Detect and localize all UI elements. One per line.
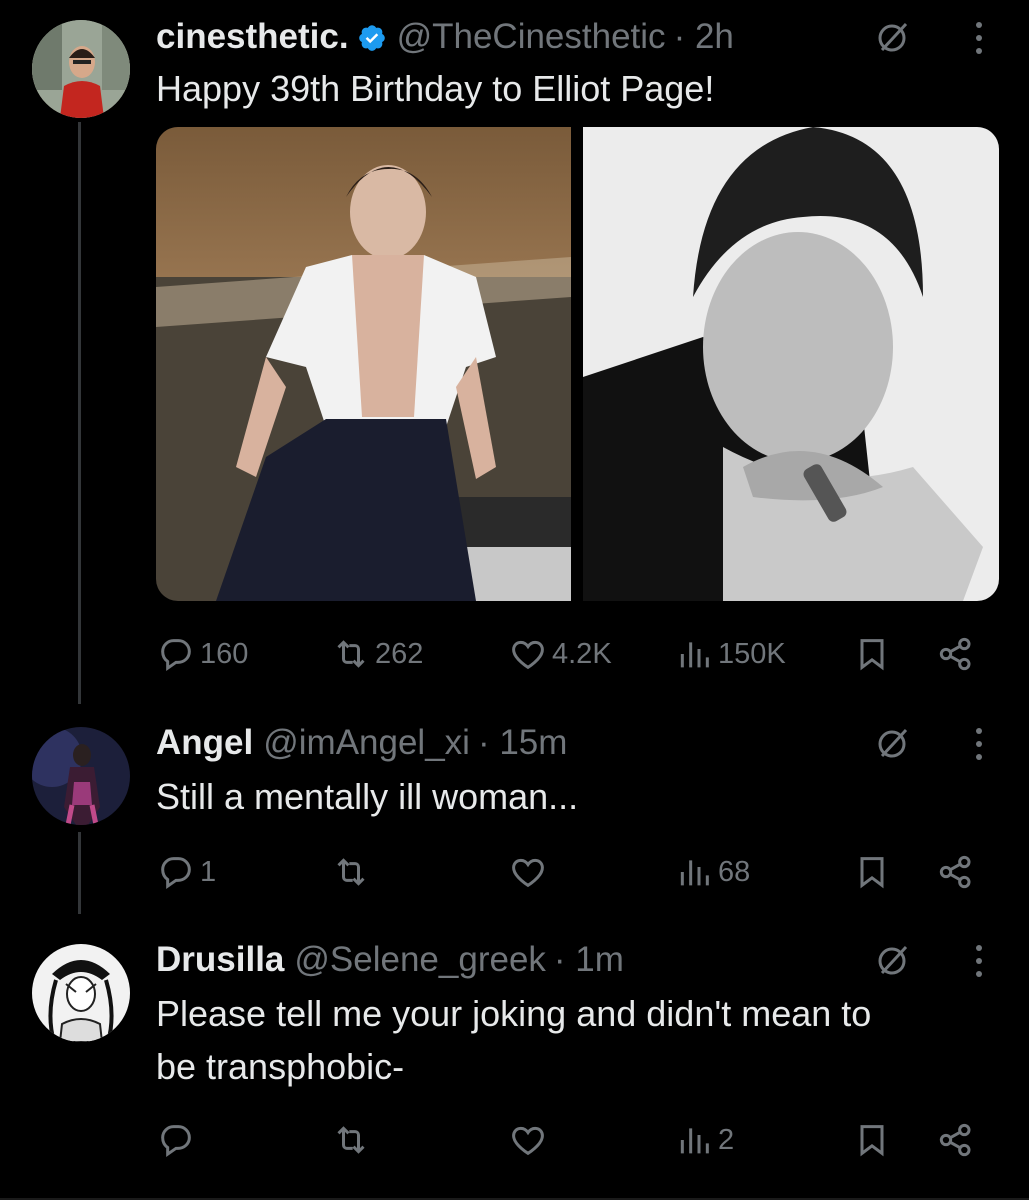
reply-count: 1 [200, 855, 217, 888]
repost-icon [337, 858, 365, 886]
share-icon [939, 637, 971, 671]
display-name[interactable]: cinesthetic. [156, 17, 349, 57]
heart-icon [512, 1126, 544, 1156]
more-icon[interactable] [974, 20, 984, 56]
grok-icon[interactable] [876, 20, 910, 54]
tweet-text: Please tell me your joking and didn't me… [156, 987, 996, 1093]
avatar[interactable] [32, 20, 130, 118]
verified-badge-icon [357, 22, 387, 52]
handle[interactable]: @Selene_greek [294, 940, 546, 980]
reply-icon [161, 1125, 191, 1158]
repost-icon [337, 1126, 365, 1154]
handle[interactable]: @imAngel_xi [263, 723, 470, 763]
media-photo-1[interactable] [156, 127, 571, 601]
like-button[interactable] [508, 852, 548, 892]
avatar[interactable] [32, 944, 130, 1042]
tweet-text: Still a mentally ill woman... [156, 776, 579, 817]
reply-button[interactable] [156, 1120, 196, 1160]
avatar[interactable] [32, 727, 130, 825]
tweet-text: Happy 39th Birthday to Elliot Page! [156, 68, 715, 109]
tweet-text-line: Please tell me your joking and didn't me… [156, 993, 872, 1034]
views-button[interactable]: 68 [674, 852, 750, 892]
bookmark-icon [860, 1125, 884, 1157]
tweet-actions: 2 [156, 1120, 986, 1160]
share-button[interactable] [936, 634, 976, 674]
reply-icon [161, 857, 191, 890]
share-button[interactable] [936, 852, 976, 892]
like-count: 4.2K [552, 637, 612, 670]
timestamp[interactable]: · 15m [478, 723, 567, 763]
tweet-actions: 160 262 4.2K 150K [156, 634, 986, 674]
reply-button[interactable]: 160 [156, 634, 248, 674]
timestamp[interactable]: · 1m [554, 940, 624, 980]
tweet-text-line: be transphobic- [156, 1046, 405, 1087]
share-button[interactable] [936, 1120, 976, 1160]
display-name[interactable]: Angel [156, 723, 253, 763]
grok-icon[interactable] [876, 943, 910, 977]
tweet-header: Angel @imAngel_xi · 15m [156, 723, 567, 763]
tweet-actions: 1 68 [156, 852, 986, 892]
heart-icon [512, 640, 544, 670]
repost-icon [337, 640, 365, 668]
repost-button[interactable] [331, 1120, 371, 1160]
grok-icon[interactable] [876, 726, 910, 760]
views-count: 150K [718, 637, 786, 670]
reply-count: 160 [200, 637, 249, 670]
views-icon [680, 642, 709, 668]
views-button[interactable]: 2 [674, 1120, 734, 1160]
views-icon [680, 860, 709, 886]
bookmark-button[interactable] [852, 634, 892, 674]
like-button[interactable] [508, 1120, 548, 1160]
media-photo-2[interactable] [583, 127, 999, 601]
tweet-header: cinesthetic. @TheCinesthetic · 2h [156, 17, 734, 57]
handle[interactable]: @TheCinesthetic [397, 17, 666, 57]
reply-button[interactable]: 1 [156, 852, 216, 892]
views-icon [680, 1128, 709, 1154]
bookmark-button[interactable] [852, 852, 892, 892]
more-icon[interactable] [974, 943, 984, 979]
heart-icon [512, 858, 544, 888]
bookmark-icon [860, 639, 884, 671]
bookmark-button[interactable] [852, 1120, 892, 1160]
timestamp[interactable]: · 2h [674, 17, 734, 57]
media-grid [156, 127, 999, 601]
views-count: 2 [718, 1123, 735, 1156]
more-icon[interactable] [974, 726, 984, 762]
share-icon [939, 855, 971, 889]
thread-line [78, 122, 81, 704]
repost-button[interactable] [331, 852, 371, 892]
display-name[interactable]: Drusilla [156, 940, 284, 980]
views-button[interactable]: 150K [674, 634, 786, 674]
bookmark-icon [860, 857, 884, 889]
tweet-header: Drusilla @Selene_greek · 1m [156, 940, 624, 980]
repost-count: 262 [375, 637, 424, 670]
views-count: 68 [718, 855, 751, 888]
share-icon [939, 1123, 971, 1157]
thread-line [78, 832, 81, 914]
reply-icon [161, 639, 191, 672]
repost-button[interactable]: 262 [331, 634, 423, 674]
like-button[interactable]: 4.2K [508, 634, 612, 674]
